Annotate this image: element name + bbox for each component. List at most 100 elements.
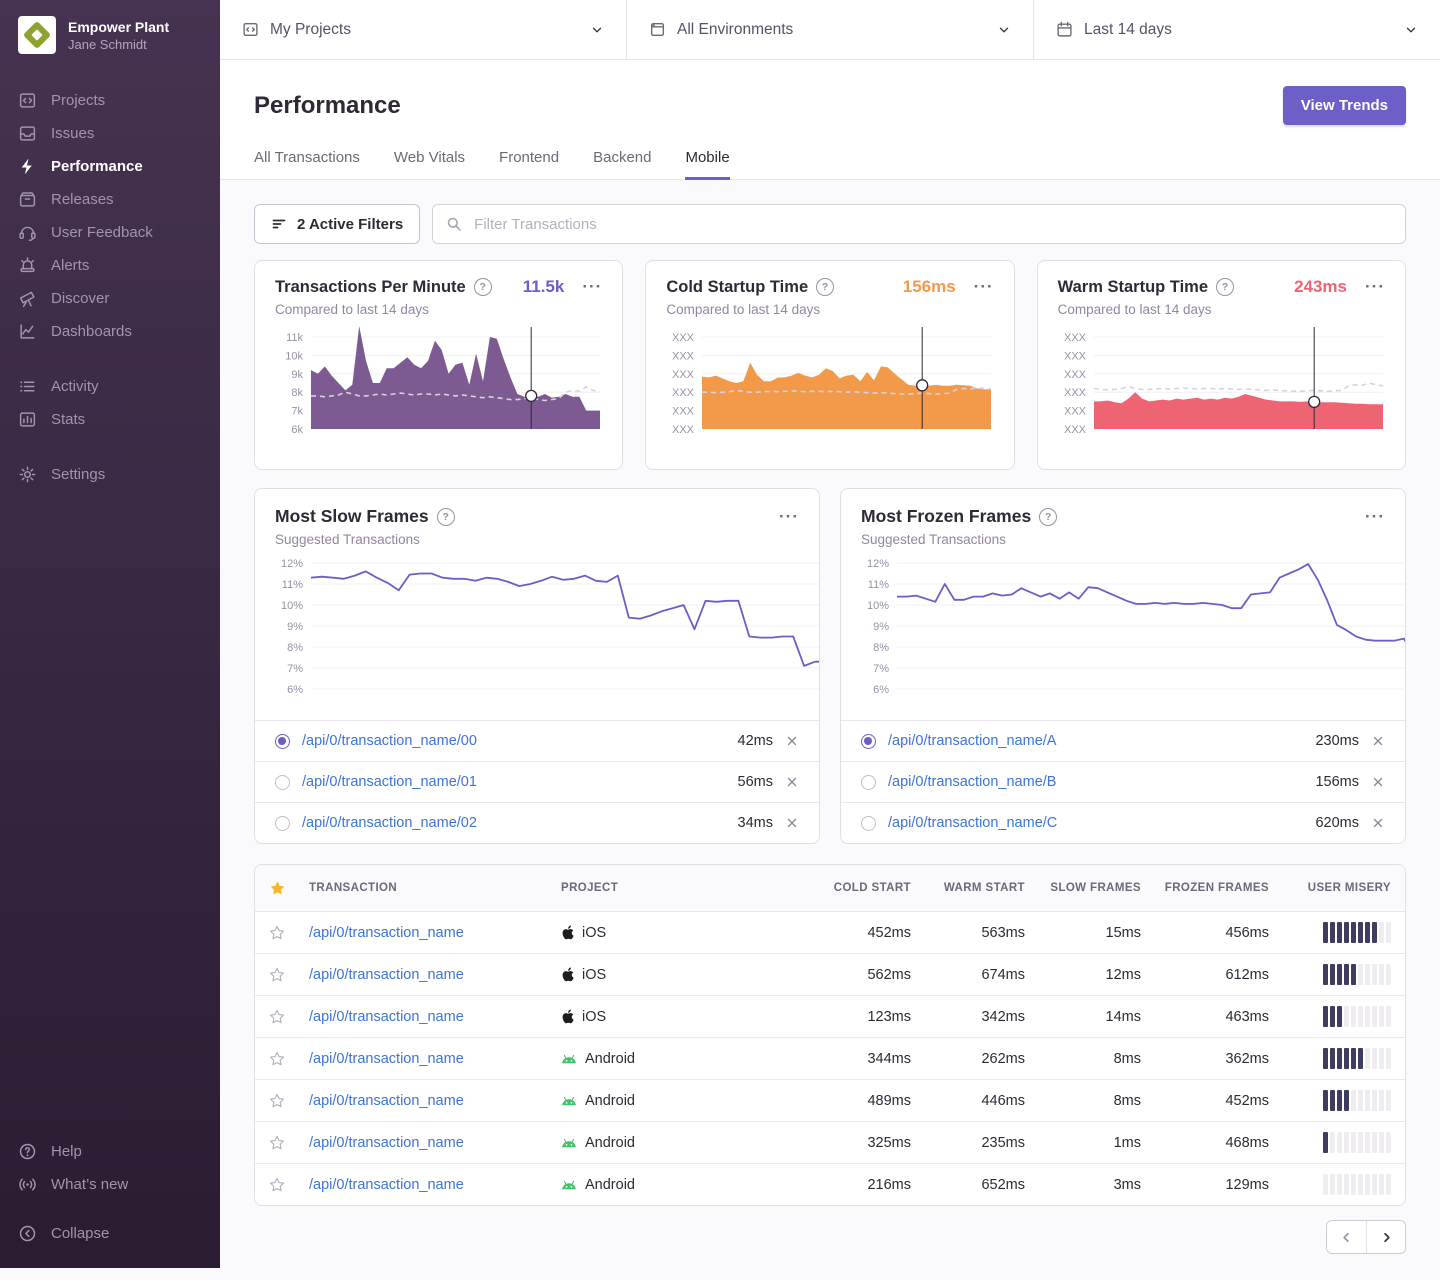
project-cell: Android: [561, 1093, 799, 1109]
tab-mobile[interactable]: Mobile: [685, 149, 729, 180]
sidebar-item-performance[interactable]: Performance: [0, 150, 220, 183]
radio-button[interactable]: [275, 816, 290, 831]
sidebar-item-help[interactable]: Help: [0, 1135, 220, 1168]
more-menu-icon[interactable]: ···: [974, 282, 994, 292]
sidebar-item-releases[interactable]: Releases: [0, 183, 220, 216]
radio-button[interactable]: [861, 734, 876, 749]
transaction-link[interactable]: /api/0/transaction_name: [309, 925, 561, 941]
help-icon[interactable]: ?: [816, 278, 834, 296]
help-icon[interactable]: ?: [437, 508, 455, 526]
view-trends-button[interactable]: View Trends: [1283, 86, 1406, 125]
discover-icon: [18, 289, 37, 308]
previous-page-button[interactable]: [1327, 1221, 1366, 1253]
sidebar-nav-secondary: Activity Stats: [0, 370, 220, 436]
transaction-link[interactable]: /api/0/transaction_name: [309, 1177, 561, 1193]
issues-icon: [18, 124, 37, 143]
cold-start-value: 344ms: [799, 1051, 911, 1067]
radio-button[interactable]: [275, 734, 290, 749]
sidebar-item-user-feedback[interactable]: User Feedback: [0, 216, 220, 249]
column-header[interactable]: PROJECT: [561, 882, 799, 894]
suggested-transaction-row: /api/0/transaction_name/C620ms: [841, 802, 1405, 843]
project-selector-label: My Projects: [270, 21, 351, 39]
column-header[interactable]: COLD START: [799, 882, 911, 894]
dismiss-icon[interactable]: [1371, 734, 1385, 748]
transaction-link[interactable]: /api/0/transaction_name: [309, 1093, 561, 1109]
slow-frames-value: 14ms: [1025, 1009, 1141, 1025]
next-page-button[interactable]: [1366, 1221, 1405, 1253]
transaction-link[interactable]: /api/0/transaction_name: [309, 1135, 561, 1151]
org-switcher[interactable]: Empower Plant Jane Schmidt: [0, 16, 220, 54]
transaction-link[interactable]: /api/0/transaction_name/A: [888, 733, 1303, 749]
transaction-link[interactable]: /api/0/transaction_name/C: [888, 815, 1303, 831]
sidebar-nav-primary: ProjectsIssuesPerformance Releases User Fe…: [0, 84, 220, 348]
tab-frontend[interactable]: Frontend: [499, 149, 559, 180]
svg-text:9%: 9%: [287, 621, 303, 633]
active-filters-button[interactable]: 2 Active Filters: [254, 204, 420, 244]
tab-backend[interactable]: Backend: [593, 149, 651, 180]
tab-all-transactions[interactable]: All Transactions: [254, 149, 360, 180]
sidebar-item-label: Releases: [51, 191, 114, 208]
search-icon: [446, 216, 462, 232]
star-icon[interactable]: [269, 925, 309, 941]
radio-button[interactable]: [861, 816, 876, 831]
column-header[interactable]: SLOW FRAMES: [1025, 882, 1141, 894]
more-menu-icon[interactable]: ···: [1365, 512, 1385, 522]
star-icon[interactable]: [269, 1135, 309, 1151]
more-menu-icon[interactable]: ···: [779, 512, 799, 522]
dismiss-icon[interactable]: [1371, 816, 1385, 830]
sidebar-item-collapse[interactable]: Collapse: [0, 1217, 220, 1250]
sidebar-item-dashboards[interactable]: Dashboards: [0, 315, 220, 348]
star-header-icon[interactable]: [269, 880, 309, 897]
star-icon[interactable]: [269, 1051, 309, 1067]
tab-web-vitals[interactable]: Web Vitals: [394, 149, 465, 180]
dismiss-icon[interactable]: [785, 816, 799, 830]
sidebar-item-activity[interactable]: Activity: [0, 370, 220, 403]
sidebar-item-label: Settings: [51, 466, 105, 483]
user-misery-bars: [1269, 1090, 1391, 1111]
active-filters-label: 2 Active Filters: [297, 216, 403, 233]
column-header[interactable]: USER MISERY: [1269, 882, 1391, 894]
slow-frames-value: 1ms: [1025, 1135, 1141, 1151]
svg-text:8%: 8%: [287, 642, 303, 654]
help-icon[interactable]: ?: [1216, 278, 1234, 296]
star-icon[interactable]: [269, 1093, 309, 1109]
android-icon: [561, 1095, 577, 1106]
transaction-link[interactable]: /api/0/transaction_name/01: [302, 774, 726, 790]
sidebar-item-issues[interactable]: Issues: [0, 117, 220, 150]
star-icon[interactable]: [269, 967, 309, 983]
sidebar-item-label: Activity: [51, 378, 99, 395]
sidebar-item-discover[interactable]: Discover: [0, 282, 220, 315]
radio-button[interactable]: [275, 775, 290, 790]
transaction-search-input[interactable]: [472, 215, 1392, 234]
sidebar-item-projects[interactable]: Projects: [0, 84, 220, 117]
sidebar-item-alerts[interactable]: Alerts: [0, 249, 220, 282]
more-menu-icon[interactable]: ···: [582, 282, 602, 292]
column-header[interactable]: FROZEN FRAMES: [1141, 882, 1269, 894]
more-menu-icon[interactable]: ···: [1365, 282, 1385, 292]
radio-button[interactable]: [861, 775, 876, 790]
sidebar-item-stats[interactable]: Stats: [0, 403, 220, 436]
dismiss-icon[interactable]: [785, 734, 799, 748]
column-header[interactable]: TRANSACTION: [309, 882, 561, 894]
sidebar-item-settings[interactable]: Settings: [0, 458, 220, 491]
transaction-link[interactable]: /api/0/transaction_name/00: [302, 733, 726, 749]
help-icon[interactable]: ?: [474, 278, 492, 296]
svg-text:11k: 11k: [286, 332, 303, 344]
sidebar-item-what-s-new[interactable]: What’s new: [0, 1168, 220, 1201]
transaction-link[interactable]: /api/0/transaction_name: [309, 1009, 561, 1025]
dismiss-icon[interactable]: [785, 775, 799, 789]
project-selector[interactable]: My Projects: [220, 0, 626, 59]
transaction-link[interactable]: /api/0/transaction_name: [309, 1051, 561, 1067]
suggested-transaction-row: /api/0/transaction_name/0042ms: [255, 720, 819, 761]
warm-start-value: 342ms: [911, 1009, 1025, 1025]
dismiss-icon[interactable]: [1371, 775, 1385, 789]
star-icon[interactable]: [269, 1177, 309, 1193]
transaction-link[interactable]: /api/0/transaction_name: [309, 967, 561, 983]
date-range-selector[interactable]: Last 14 days: [1033, 0, 1440, 59]
transaction-link[interactable]: /api/0/transaction_name/02: [302, 815, 726, 831]
transaction-link[interactable]: /api/0/transaction_name/B: [888, 774, 1303, 790]
star-icon[interactable]: [269, 1009, 309, 1025]
help-icon[interactable]: ?: [1039, 508, 1057, 526]
column-header[interactable]: WARM START: [911, 882, 1025, 894]
environment-selector[interactable]: All Environments: [626, 0, 1033, 59]
